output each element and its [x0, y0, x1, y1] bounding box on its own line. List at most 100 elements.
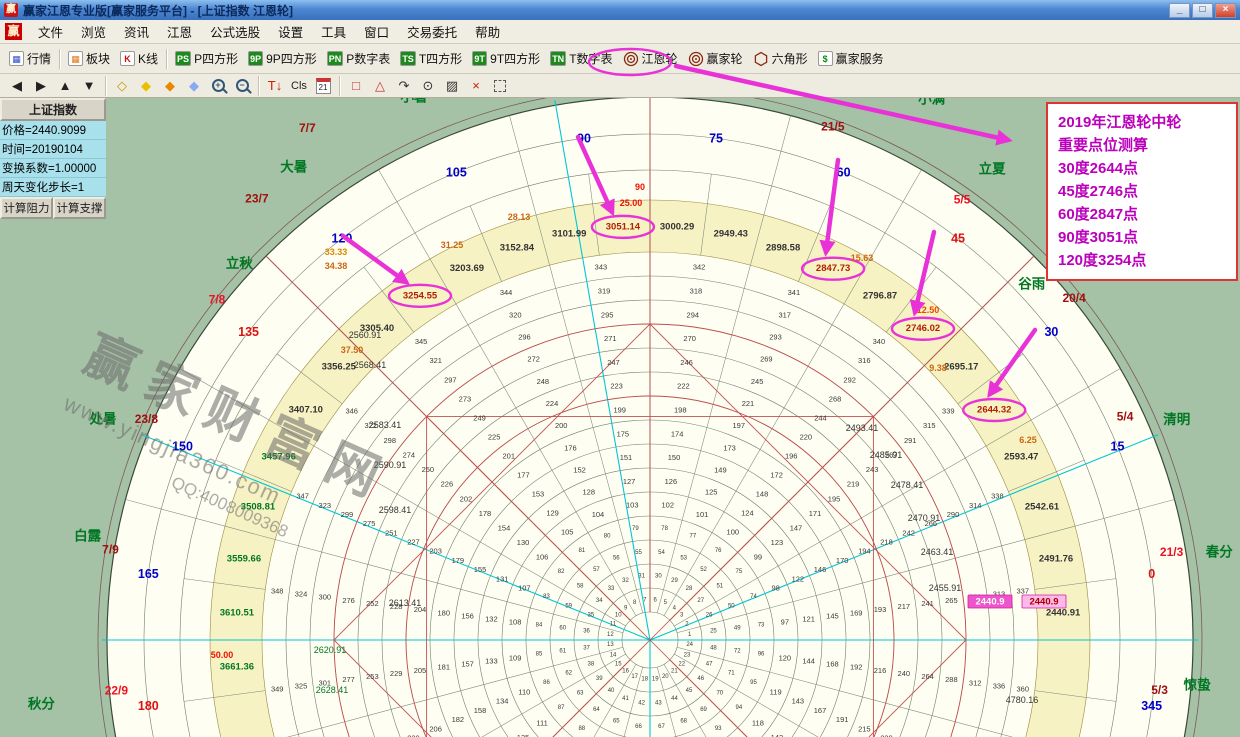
kline-icon: K [120, 51, 135, 66]
svg-text:11: 11 [610, 622, 617, 628]
svg-text:70: 70 [716, 691, 723, 697]
svg-text:3457.96: 3457.96 [262, 451, 296, 462]
svg-text:346: 346 [345, 407, 358, 416]
t-down-icon[interactable]: T↓ [264, 76, 286, 96]
svg-text:3101.99: 3101.99 [552, 228, 586, 239]
diamond-outline-icon[interactable]: ◇ [111, 76, 133, 96]
zoom-out-icon[interactable]: − [231, 76, 253, 96]
menu-item-8[interactable]: 交易委托 [398, 23, 466, 43]
info-row-3: 周天变化步长=1 [0, 178, 106, 197]
toolbar-item-gann-wheel[interactable]: 江恩轮 [618, 48, 683, 69]
back-icon[interactable]: ◀ [6, 76, 28, 96]
circle-tool-icon[interactable]: ⊙ [417, 76, 439, 96]
menu-item-5[interactable]: 设置 [269, 23, 312, 43]
calc-button-0[interactable]: 计算阻力 [0, 197, 53, 219]
svg-text:3051.14: 3051.14 [606, 221, 641, 232]
calc-buttons: 计算阻力计算支撑 [0, 197, 106, 219]
svg-text:3152.84: 3152.84 [500, 242, 535, 253]
calendar-icon[interactable]: 21 [312, 76, 334, 96]
svg-text:321: 321 [429, 356, 442, 365]
svg-text:20: 20 [662, 674, 669, 680]
svg-text:16: 16 [622, 669, 629, 675]
svg-text:4780.16: 4780.16 [1006, 695, 1039, 705]
svg-text:33.33: 33.33 [325, 247, 348, 257]
svg-text:53: 53 [680, 556, 687, 562]
svg-text:216: 216 [874, 666, 887, 675]
svg-text:293: 293 [769, 332, 782, 341]
diamond-blue-icon[interactable]: ◆ [183, 76, 205, 96]
toolbar-item-p-square[interactable]: PSP四方形 [170, 48, 243, 69]
menu-item-2[interactable]: 资讯 [115, 23, 158, 43]
svg-text:110: 110 [518, 688, 530, 697]
cls-button[interactable]: Cls [288, 76, 310, 96]
pointer-up-icon[interactable]: ▲ [54, 76, 76, 96]
menu-item-1[interactable]: 浏览 [72, 23, 115, 43]
svg-text:360: 360 [1017, 685, 1030, 694]
toolbar-item-9t-square[interactable]: 9T9T四方形 [467, 48, 545, 69]
toolbar-item-market-quotes[interactable]: ▦行情 [4, 48, 56, 69]
menu-item-6[interactable]: 工具 [312, 23, 355, 43]
annotation-box: 2019年江恩轮中轮重要点位测算30度2644点45度2746点60度2847点… [1046, 102, 1238, 281]
toolbar-item-winner-wheel[interactable]: 赢家轮 [683, 48, 748, 69]
svg-text:206: 206 [429, 724, 442, 733]
tn-icon: TN [550, 51, 566, 66]
svg-text:277: 277 [342, 675, 355, 684]
svg-text:134: 134 [496, 697, 509, 706]
triangle-tool-icon[interactable]: △ [369, 76, 391, 96]
svg-text:清明: 清明 [1163, 411, 1190, 427]
svg-text:200: 200 [555, 421, 568, 430]
calc-button-1[interactable]: 计算支撑 [53, 197, 106, 219]
menu-item-3[interactable]: 江恩 [158, 23, 201, 43]
toolbar-item-label: P数字表 [346, 50, 390, 67]
svg-text:315: 315 [923, 421, 936, 430]
toolbar-item-p-table[interactable]: PNP数字表 [322, 48, 396, 69]
svg-text:252: 252 [366, 599, 379, 608]
menu-item-7[interactable]: 窗口 [355, 23, 398, 43]
svg-text:2470.91: 2470.91 [908, 513, 941, 523]
svg-text:47: 47 [706, 661, 713, 667]
svg-text:88: 88 [578, 726, 585, 732]
9p-icon: 9P [248, 51, 263, 66]
svg-text:71: 71 [728, 671, 735, 677]
menu-item-9[interactable]: 帮助 [466, 23, 509, 43]
svg-text:19: 19 [652, 677, 659, 683]
minimize-button[interactable]: _ [1169, 3, 1190, 18]
select-tool-icon[interactable] [489, 76, 511, 96]
toolbar-item-label: 9T四方形 [490, 50, 540, 67]
forward-icon[interactable]: ▶ [30, 76, 52, 96]
zoom-in-icon[interactable]: + [207, 76, 229, 96]
svg-text:2695.17: 2695.17 [944, 362, 978, 373]
menu-item-0[interactable]: 文件 [29, 23, 72, 43]
toolbar-item-winner-service[interactable]: $赢家服务 [813, 48, 889, 69]
maximize-button[interactable]: □ [1192, 3, 1213, 18]
toolbar-item-label: 板块 [86, 50, 110, 67]
svg-text:30: 30 [1044, 325, 1058, 339]
annotation-line-6: 120度3254点 [1058, 249, 1226, 272]
toolbar-item-kline[interactable]: KK线 [115, 48, 163, 69]
toolbar-item-t-table[interactable]: TNT数字表 [545, 48, 617, 69]
filter-icon[interactable]: ▼ [78, 76, 100, 96]
rotate-tool-icon[interactable]: ↷ [393, 76, 415, 96]
hatch-tool-icon[interactable]: ▨ [441, 76, 463, 96]
rect-tool-icon[interactable]: □ [345, 76, 367, 96]
diamond-yellow-icon[interactable]: ◆ [135, 76, 157, 96]
annotation-line-5: 90度3051点 [1058, 226, 1226, 249]
svg-text:147: 147 [790, 523, 803, 532]
svg-text:83: 83 [543, 594, 550, 600]
toolbar-item-sectors[interactable]: ▦板块 [63, 48, 115, 69]
toolbar-separator [339, 76, 340, 96]
delete-tool-icon[interactable]: × [465, 76, 487, 96]
toolbar-item-t-square[interactable]: TST四方形 [395, 48, 467, 69]
close-button[interactable]: × [1215, 3, 1236, 18]
svg-text:118: 118 [752, 718, 764, 727]
svg-text:43: 43 [655, 700, 662, 706]
diamond-orange-icon[interactable]: ◆ [159, 76, 181, 96]
svg-text:处暑: 处暑 [88, 410, 116, 426]
svg-text:194: 194 [858, 547, 871, 556]
toolbar-item-9p-square[interactable]: 9P9P四方形 [243, 48, 322, 69]
menu-item-4[interactable]: 公式选股 [201, 23, 269, 43]
svg-text:151: 151 [620, 453, 633, 462]
svg-text:55: 55 [635, 550, 642, 556]
toolbar-item-hexagon[interactable]: 六角形 [748, 48, 813, 69]
svg-text:61: 61 [559, 648, 566, 654]
